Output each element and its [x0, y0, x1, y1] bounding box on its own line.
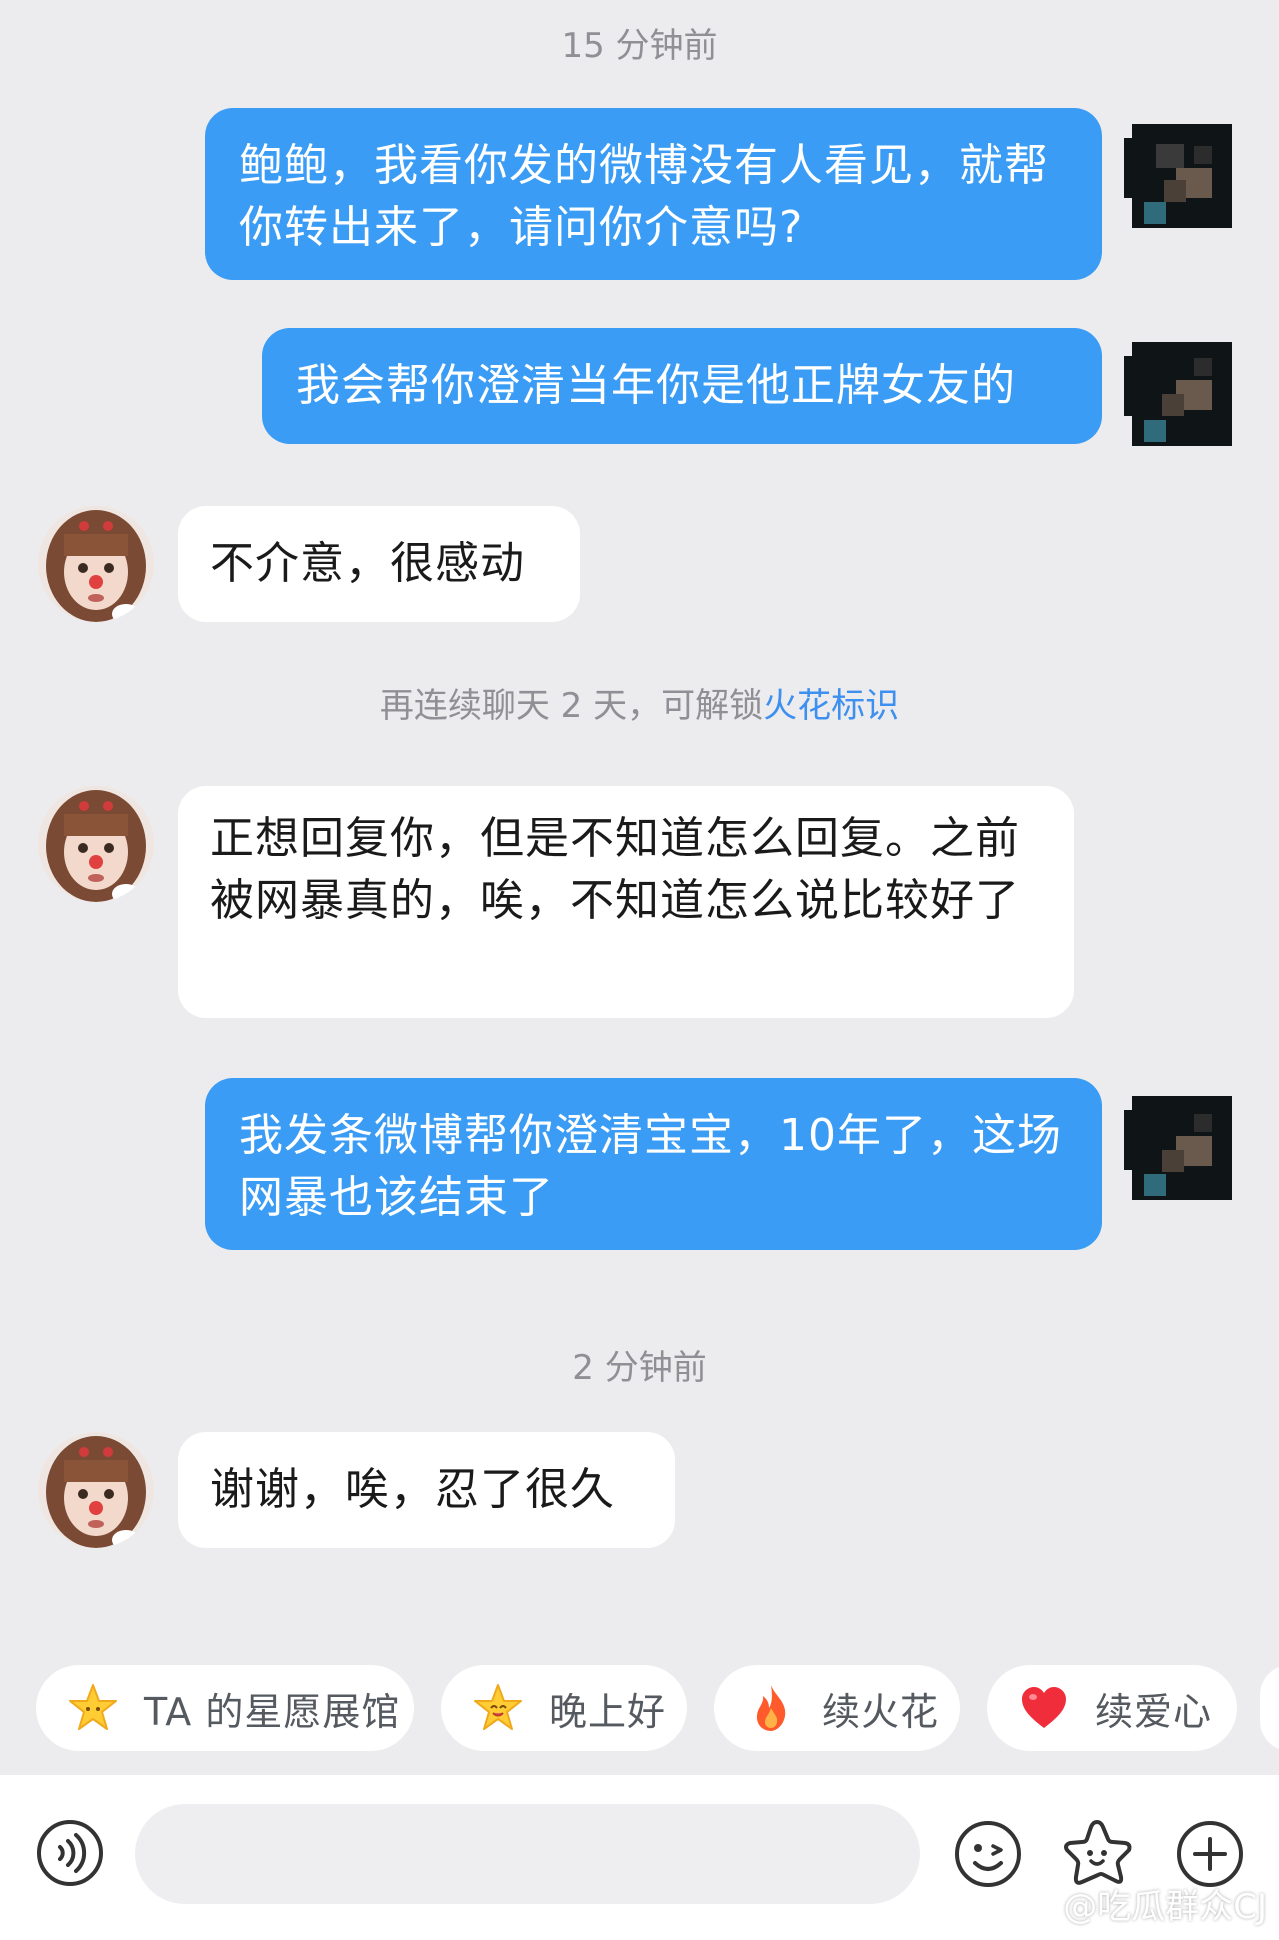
message-bubble-incoming[interactable]: 不介意，很感动: [178, 506, 580, 622]
flame-icon: [744, 1681, 798, 1735]
chat-input-bar: @吃瓜群众CJ: [0, 1775, 1279, 1940]
avatar-self[interactable]: [1124, 336, 1240, 452]
emoji-icon[interactable]: [948, 1814, 1028, 1894]
message-text: 鲍鲍，我看你发的微博没有人看见，就帮你转出来了，请问你介意吗?: [239, 140, 1049, 253]
weibo-logo-icon: [1017, 1883, 1057, 1924]
system-note-text: 再连续聊天 2 天，可解锁: [379, 686, 764, 726]
quick-reply-label: 晚上好: [549, 1689, 667, 1734]
message-input[interactable]: [135, 1804, 920, 1904]
voice-icon[interactable]: [30, 1813, 110, 1893]
message-bubble-outgoing[interactable]: 我会帮你澄清当年你是他正牌女友的: [262, 328, 1102, 444]
message-text: 我会帮你澄清当年你是他正牌女友的: [296, 360, 1016, 411]
quick-reply-more[interactable]: [1260, 1665, 1279, 1751]
spark-badge-link[interactable]: 火花标识: [763, 686, 899, 726]
quick-reply-bar: TA 的星愿展馆 晚上好 续火花 续爱心: [0, 1665, 1279, 1755]
quick-reply-good-evening[interactable]: 晚上好: [441, 1665, 687, 1751]
avatar-contact[interactable]: [38, 506, 154, 622]
avatar-self[interactable]: [1124, 1090, 1240, 1206]
watermark-text: @吃瓜群众CJ: [1063, 1887, 1267, 1927]
message-bubble-incoming[interactable]: 谢谢，唉，忍了很久: [178, 1432, 675, 1548]
weibo-watermark: @吃瓜群众CJ: [1017, 1879, 1267, 1928]
timestamp: 15 分钟前: [561, 26, 718, 66]
smiling-star-icon: [471, 1681, 525, 1735]
quick-reply-star-gallery[interactable]: TA 的星愿展馆: [36, 1665, 414, 1751]
quick-reply-continue-heart[interactable]: 续爱心: [987, 1665, 1237, 1751]
system-note: 再连续聊天 2 天，可解锁火花标识: [0, 678, 1279, 727]
avatar-contact[interactable]: [38, 786, 154, 902]
quick-reply-continue-spark[interactable]: 续火花: [714, 1665, 960, 1751]
quick-reply-label: 续爱心: [1095, 1689, 1213, 1734]
message-bubble-incoming[interactable]: 正想回复你，但是不知道怎么回复。之前被网暴真的，唉，不知道怎么说比较好了: [178, 786, 1074, 1018]
message-text: 我发条微博帮你澄清宝宝，10年了，这场网暴也该结束了: [239, 1110, 1062, 1223]
message-bubble-outgoing[interactable]: 鲍鲍，我看你发的微博没有人看见，就帮你转出来了，请问你介意吗?: [205, 108, 1102, 280]
star-icon: [66, 1681, 120, 1735]
message-text: 正想回复你，但是不知道怎么回复。之前被网暴真的，唉，不知道怎么说比较好了: [210, 813, 1020, 926]
quick-reply-label: TA 的星愿展馆: [144, 1689, 401, 1734]
heart-icon: [1017, 1681, 1071, 1735]
message-bubble-outgoing[interactable]: 我发条微博帮你澄清宝宝，10年了，这场网暴也该结束了: [205, 1078, 1102, 1250]
quick-reply-label: 续火花: [822, 1689, 940, 1734]
avatar-contact[interactable]: [38, 1432, 154, 1548]
message-text: 谢谢，唉，忍了很久: [210, 1464, 615, 1515]
avatar-self[interactable]: [1124, 118, 1240, 234]
timestamp: 2 分钟前: [572, 1348, 707, 1388]
message-text: 不介意，很感动: [210, 538, 525, 589]
